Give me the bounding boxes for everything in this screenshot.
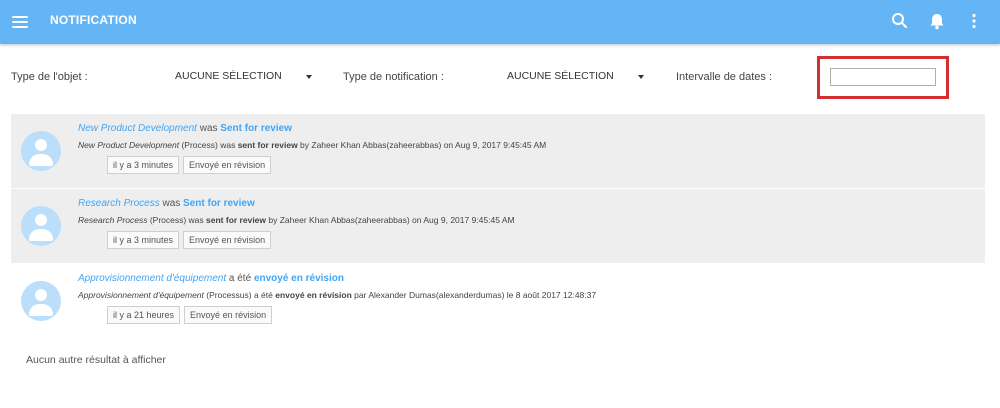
notification-action-link[interactable]: Sent for review — [220, 123, 292, 134]
notification-type-label: Type de notification : — [343, 71, 444, 83]
desc-type: (Processus) a été — [203, 290, 276, 300]
desc-action: sent for review — [206, 215, 267, 225]
desc-type: (Process) was — [179, 140, 238, 150]
notification-tags: il y a 21 heures Envoyé en révision — [107, 306, 273, 324]
notification-item[interactable]: Research Process was Sent for review Res… — [11, 189, 985, 264]
notification-description: Approvisionnement d'équipement (Processu… — [78, 290, 596, 300]
desc-object: Research Process — [78, 215, 148, 225]
status-badge: Envoyé en révision — [183, 231, 272, 249]
search-icon[interactable] — [890, 11, 910, 31]
notification-title: Research Process was Sent for review — [78, 198, 255, 209]
avatar — [21, 206, 61, 246]
more-vertical-icon[interactable] — [964, 11, 984, 31]
object-type-label: Type de l'objet : — [11, 71, 88, 83]
notification-action-link[interactable]: envoyé en révision — [254, 273, 344, 284]
desc-object: Approvisionnement d'équipement — [78, 290, 204, 300]
date-range-input[interactable] — [830, 68, 936, 86]
time-badge: il y a 3 minutes — [107, 231, 180, 249]
notification-item[interactable]: Approvisionnement d'équipement a été env… — [11, 264, 985, 339]
notification-connector: a été — [226, 273, 254, 284]
date-range-label: Intervalle de dates : — [676, 71, 773, 83]
status-badge: Envoyé en révision — [183, 156, 272, 174]
notification-title: Approvisionnement d'équipement a été env… — [78, 273, 344, 284]
notification-item[interactable]: New Product Development was Sent for rev… — [11, 114, 985, 189]
status-badge: Envoyé en révision — [184, 306, 273, 324]
desc-type: (Process) was — [147, 215, 207, 225]
no-more-results-text: Aucun autre résultat à afficher — [26, 354, 166, 366]
notification-connector: was — [159, 198, 184, 209]
menu-icon[interactable] — [12, 13, 28, 31]
notification-action-link[interactable]: Sent for review — [183, 198, 255, 209]
chevron-down-icon[interactable] — [306, 75, 312, 79]
time-badge: il y a 21 heures — [107, 306, 181, 324]
filter-bar: Type de l'objet : AUCUNE SÉLECTION Type … — [0, 44, 1000, 112]
avatar — [21, 281, 61, 321]
desc-rest: by Zaheer Khan Abbas(zaheerabbas) on Aug… — [266, 215, 515, 225]
bell-icon[interactable] — [927, 11, 947, 31]
notification-title: New Product Development was Sent for rev… — [78, 123, 292, 134]
time-badge: il y a 3 minutes — [107, 156, 180, 174]
notification-tags: il y a 3 minutes Envoyé en révision — [107, 231, 272, 249]
notification-connector: was — [196, 123, 221, 134]
desc-rest: by Zaheer Khan Abbas(zaheerabbas) on Aug… — [297, 140, 547, 150]
notification-type-select[interactable]: AUCUNE SÉLECTION — [507, 70, 614, 82]
desc-action: envoyé en révision — [275, 290, 352, 300]
app-bar: NOTIFICATION — [0, 0, 1000, 44]
notification-object-link[interactable]: Research Process — [78, 198, 160, 209]
avatar — [21, 131, 61, 171]
notification-tags: il y a 3 minutes Envoyé en révision — [107, 156, 272, 174]
desc-object: New Product Development — [78, 140, 180, 150]
notification-description: Research Process (Process) was sent for … — [78, 215, 515, 225]
notification-list: New Product Development was Sent for rev… — [11, 114, 985, 339]
notification-description: New Product Development (Process) was se… — [78, 140, 546, 150]
desc-action: sent for review — [237, 140, 298, 150]
notification-object-link[interactable]: Approvisionnement d'équipement — [78, 273, 226, 284]
notification-object-link[interactable]: New Product Development — [78, 123, 197, 134]
object-type-select[interactable]: AUCUNE SÉLECTION — [175, 70, 282, 82]
chevron-down-icon[interactable] — [638, 75, 644, 79]
desc-rest: par Alexander Dumas(alexanderdumas) le 8… — [351, 290, 597, 300]
page-title: NOTIFICATION — [50, 13, 137, 27]
